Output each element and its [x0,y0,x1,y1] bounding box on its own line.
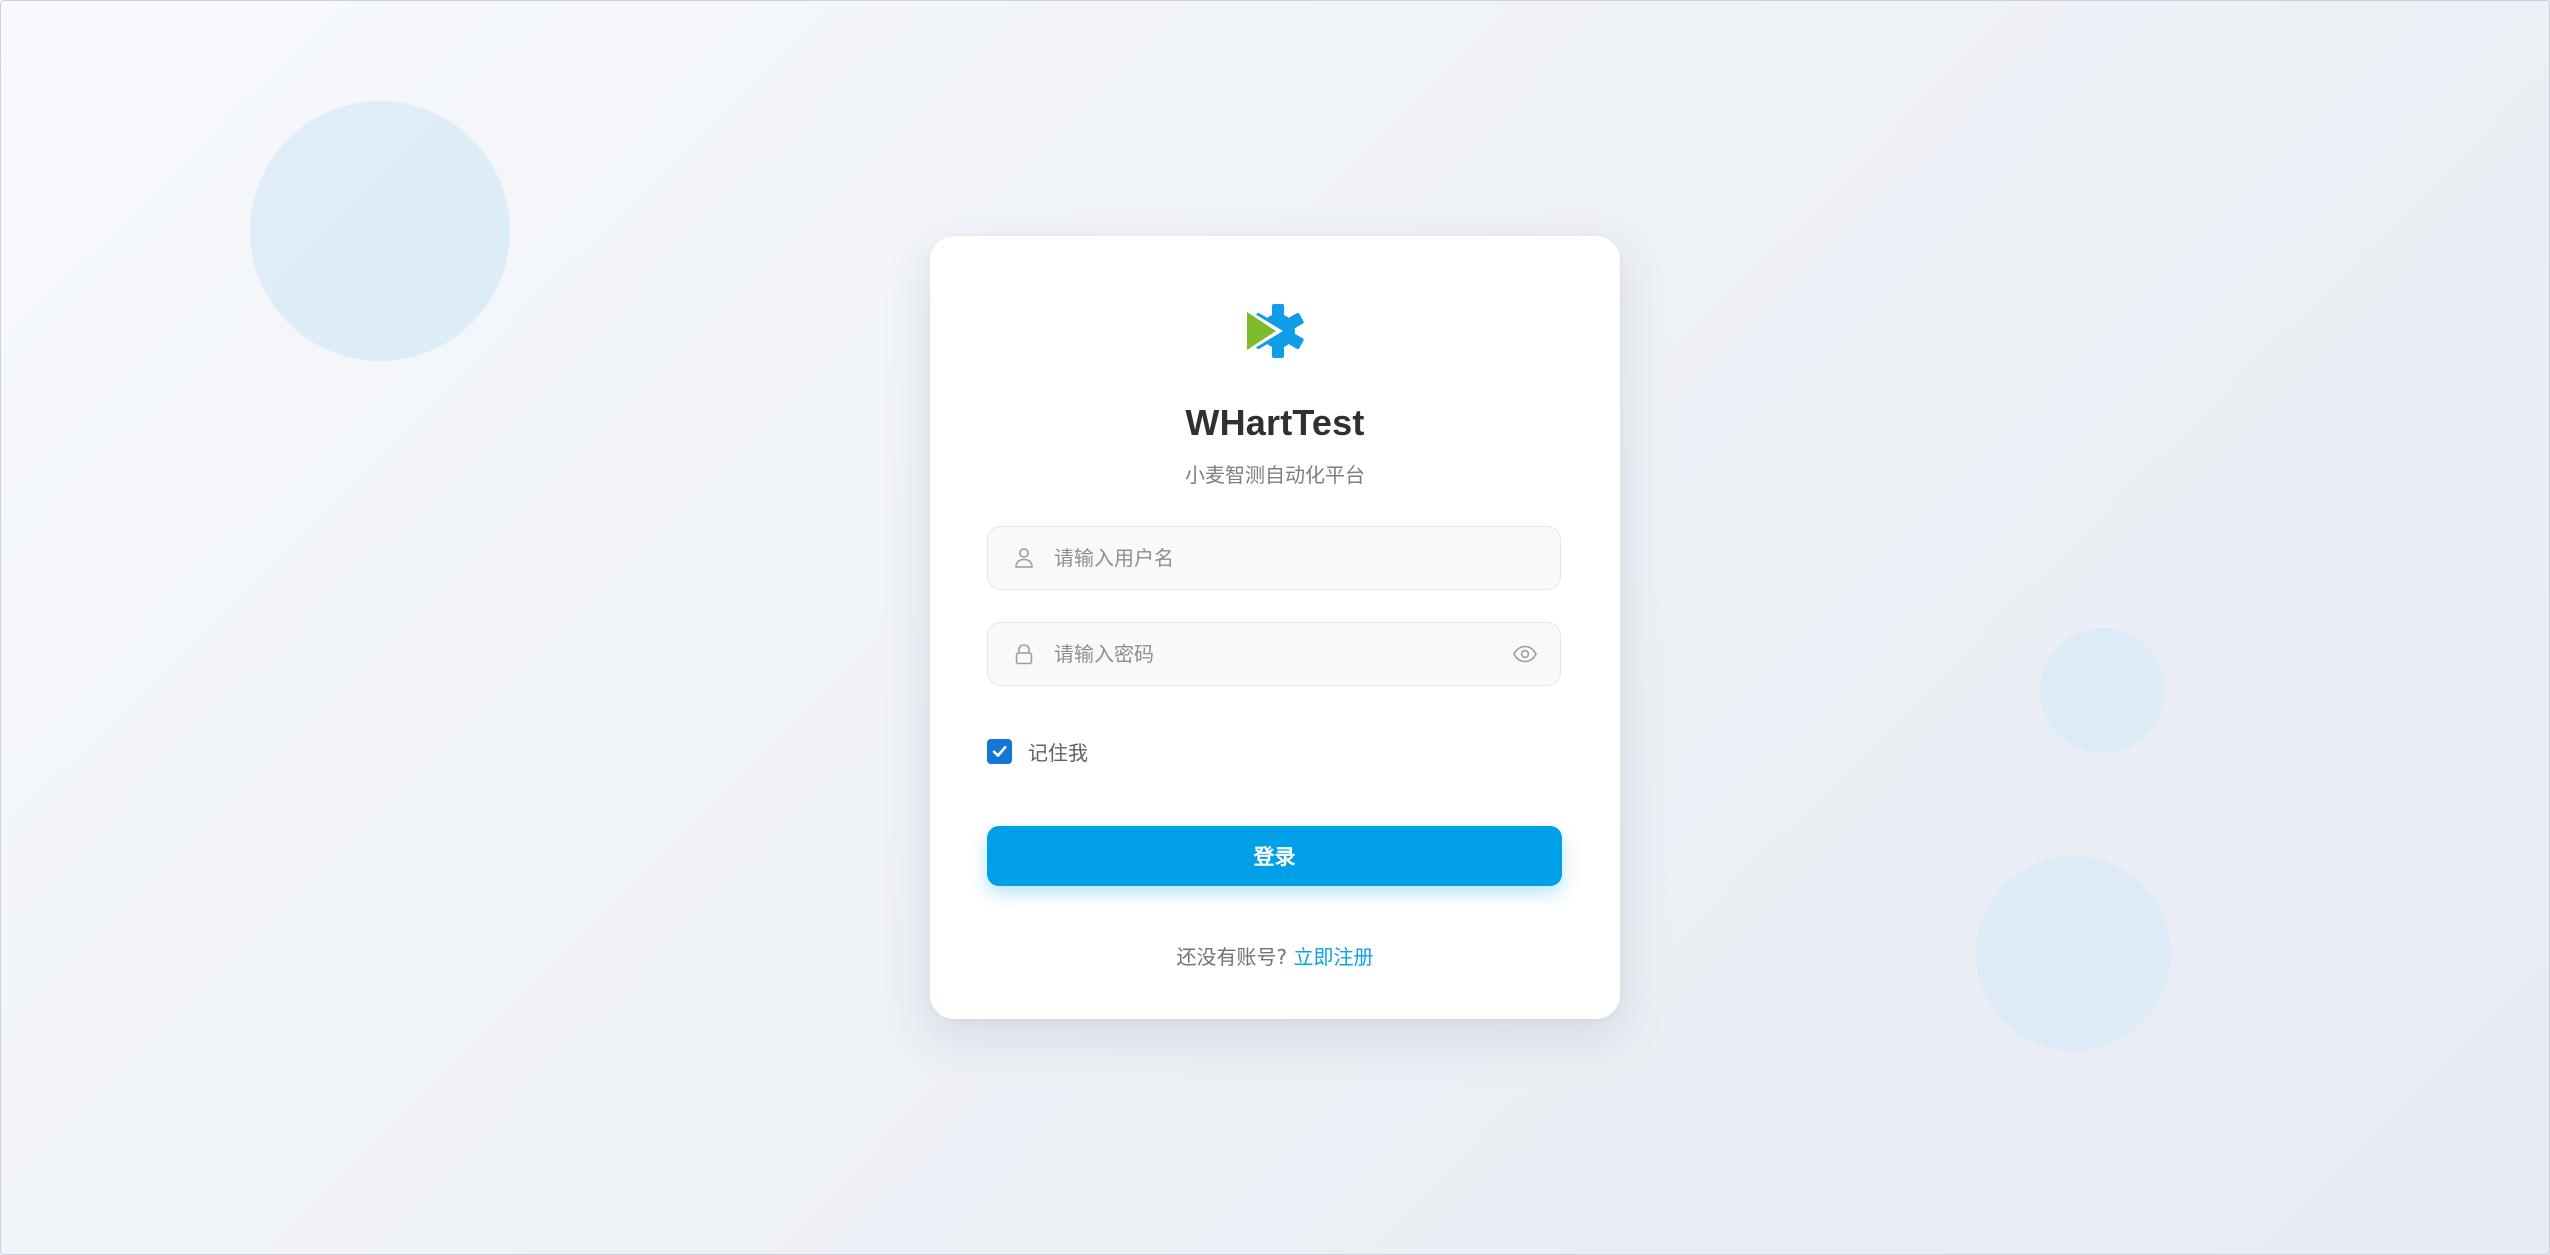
password-field[interactable] [987,622,1561,686]
password-input[interactable] [1054,623,1494,685]
register-link[interactable]: 立即注册 [1293,945,1373,969]
app-subtitle: 小麦智测自动化平台 [1185,463,1365,487]
user-icon [1015,548,1033,568]
login-button[interactable]: 登录 [987,826,1562,886]
decorative-bubble-top-left [250,101,510,361]
app-title: WHartTest [1185,402,1365,443]
remember-label: 记住我 [1028,740,1088,765]
lock-icon [1015,644,1033,665]
register-row: 还没有账号? 立即注册 [930,941,1620,970]
play-gear-logo-icon [1245,304,1304,358]
username-input[interactable] [1054,527,1494,589]
remember-me[interactable]: 记住我 [987,737,1088,765]
register-prompt: 还没有账号? [1176,945,1288,969]
login-card: WHartTest 小麦智测自动化平台 记住我 登录 还没有账号? 立即注册 [930,236,1620,1019]
check-icon [992,745,1007,757]
username-field[interactable] [987,526,1561,590]
eye-icon[interactable] [1512,643,1538,665]
decorative-bubble-right-small [2040,628,2165,753]
decorative-bubble-right-large [1976,856,2171,1051]
remember-checkbox[interactable] [987,738,1012,764]
